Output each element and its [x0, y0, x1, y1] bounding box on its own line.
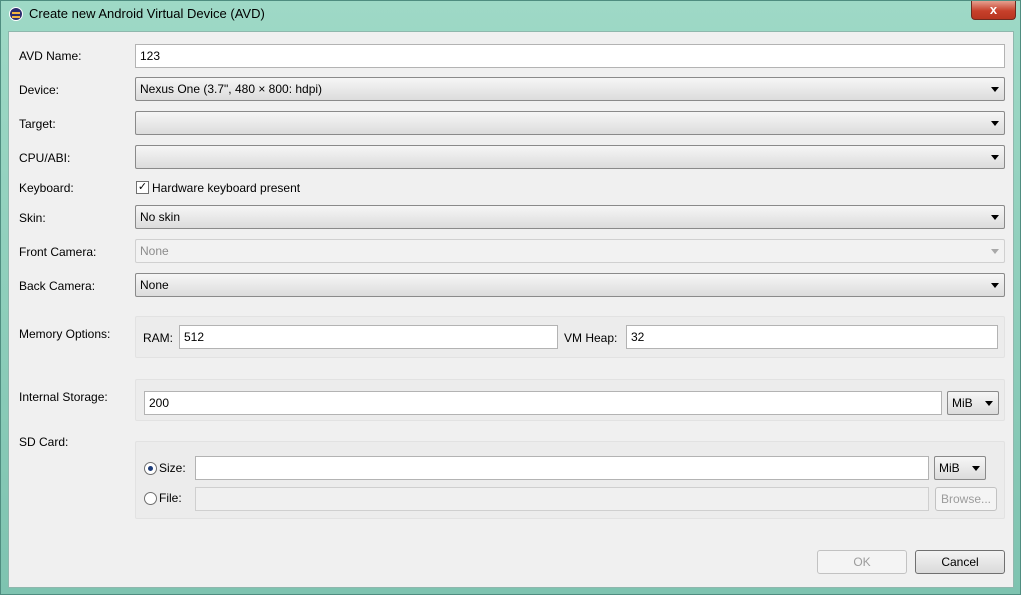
- window-title: Create new Android Virtual Device (AVD): [29, 6, 265, 21]
- target-label: Target:: [19, 117, 56, 131]
- sd-file-input[interactable]: [195, 487, 929, 511]
- avd-name-label: AVD Name:: [19, 49, 82, 63]
- internal-storage-input[interactable]: 200: [144, 391, 942, 415]
- skin-select-value: No skin: [140, 210, 181, 224]
- chevron-down-icon: [985, 401, 993, 406]
- close-button[interactable]: x: [971, 1, 1016, 20]
- cpu-abi-label: CPU/ABI:: [19, 151, 71, 165]
- internal-storage-group: 200 MiB: [135, 379, 1005, 421]
- cpu-abi-select[interactable]: [135, 145, 1005, 169]
- ram-label: RAM:: [143, 331, 173, 345]
- avd-dialog-window: Create new Android Virtual Device (AVD) …: [0, 0, 1021, 595]
- internal-storage-label: Internal Storage:: [19, 390, 108, 404]
- internal-storage-unit-value: MiB: [952, 396, 973, 410]
- cancel-button[interactable]: Cancel: [915, 550, 1005, 574]
- eclipse-app-icon: [9, 7, 23, 21]
- sd-size-unit-select[interactable]: MiB: [934, 456, 986, 480]
- front-camera-select-value: None: [140, 244, 169, 258]
- device-select[interactable]: Nexus One (3.7", 480 × 800: hdpi): [135, 77, 1005, 101]
- hardware-keyboard-checkbox[interactable]: ✓: [136, 181, 149, 194]
- back-camera-select-value: None: [140, 278, 169, 292]
- hardware-keyboard-label[interactable]: Hardware keyboard present: [152, 181, 300, 195]
- back-camera-select[interactable]: None: [135, 273, 1005, 297]
- check-icon: ✓: [137, 181, 148, 193]
- chevron-down-icon: [991, 87, 999, 92]
- sd-size-unit-value: MiB: [939, 461, 960, 475]
- chevron-down-icon: [991, 155, 999, 160]
- sd-card-label: SD Card:: [19, 435, 69, 449]
- memory-options-group: RAM: 512 VM Heap: 32: [135, 316, 1005, 358]
- dialog-body: AVD Name: 123 Device: Nexus One (3.7", 4…: [8, 31, 1014, 588]
- memory-options-label: Memory Options:: [19, 327, 111, 341]
- chevron-down-icon: [991, 121, 999, 126]
- chevron-down-icon: [972, 466, 980, 471]
- browse-button[interactable]: Browse...: [935, 487, 997, 511]
- skin-label: Skin:: [19, 211, 46, 225]
- internal-storage-unit-select[interactable]: MiB: [947, 391, 999, 415]
- vm-heap-input[interactable]: 32: [626, 325, 998, 349]
- front-camera-select[interactable]: None: [135, 239, 1005, 263]
- back-camera-label: Back Camera:: [19, 279, 96, 293]
- sd-card-group: Size: MiB File: Browse...: [135, 441, 1005, 519]
- keyboard-label: Keyboard:: [19, 181, 74, 195]
- chevron-down-icon: [991, 249, 999, 254]
- close-icon: x: [989, 2, 998, 17]
- skin-select[interactable]: No skin: [135, 205, 1005, 229]
- sd-size-label[interactable]: Size:: [159, 461, 186, 475]
- chevron-down-icon: [991, 215, 999, 220]
- sd-file-radio[interactable]: [144, 492, 157, 505]
- sd-size-radio[interactable]: [144, 462, 157, 475]
- title-bar[interactable]: Create new Android Virtual Device (AVD) …: [1, 1, 1021, 27]
- sd-size-input[interactable]: [195, 456, 929, 480]
- chevron-down-icon: [991, 283, 999, 288]
- sd-file-label[interactable]: File:: [159, 491, 182, 505]
- device-select-value: Nexus One (3.7", 480 × 800: hdpi): [140, 82, 323, 96]
- vm-heap-label: VM Heap:: [564, 331, 618, 345]
- front-camera-label: Front Camera:: [19, 245, 97, 259]
- device-label: Device:: [19, 83, 60, 97]
- avd-name-input[interactable]: 123: [135, 44, 1005, 68]
- ram-input[interactable]: 512: [179, 325, 558, 349]
- target-select[interactable]: [135, 111, 1005, 135]
- ok-button[interactable]: OK: [817, 550, 907, 574]
